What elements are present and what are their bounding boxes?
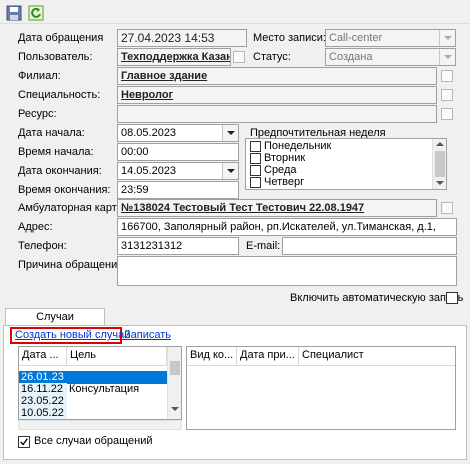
card-checkbox[interactable] <box>441 202 453 214</box>
user-checkbox[interactable] <box>233 51 245 63</box>
end-date-dropdown-button[interactable] <box>222 163 238 179</box>
right-header-specialist[interactable]: Специалист <box>299 347 455 365</box>
case-date-cell: 10.05.22 <box>19 407 67 419</box>
phone-input[interactable]: 3131231312 <box>117 237 239 255</box>
address-field[interactable]: 166700, Заполярный район, рп.Искателей, … <box>117 218 457 236</box>
phone-label: Телефон: <box>18 240 67 252</box>
end-time-input[interactable]: 23:59 <box>117 181 239 199</box>
reason-textarea[interactable] <box>117 256 457 286</box>
checkmark-icon <box>20 438 28 446</box>
date-field: 27.04.2023 14:53 <box>117 29 247 47</box>
email-label: E-mail: <box>246 240 281 252</box>
case-date-cell: 26.01.23 <box>21 371 64 383</box>
resource-checkbox[interactable] <box>441 108 453 120</box>
start-date-dropdown-button[interactable] <box>222 125 238 141</box>
user-field: Техподдержка Казань <box>117 48 231 66</box>
pref-week-scrollbar[interactable] <box>432 139 446 189</box>
chevron-down-icon <box>443 55 452 59</box>
scroll-thumb[interactable] <box>435 151 445 177</box>
branch-checkbox[interactable] <box>441 70 453 82</box>
scroll-up-icon[interactable] <box>436 142 444 146</box>
record-place-value: Call-center <box>329 32 383 44</box>
right-header-type[interactable]: Вид ко... <box>187 347 237 365</box>
cases-header-goal[interactable]: Цель <box>67 347 167 365</box>
start-time-input[interactable]: 00:00 <box>117 143 239 161</box>
status-select[interactable]: Создана <box>325 48 456 66</box>
right-table[interactable]: Вид ко... Дата при... Специалист <box>186 346 456 430</box>
all-cases-label: Все случаи обращений <box>34 435 153 447</box>
start-date-input[interactable]: 08.05.2023 <box>117 124 239 142</box>
start-date-label: Дата начала: <box>18 127 85 139</box>
end-time-label: Время окончания: <box>18 184 111 196</box>
cases-table[interactable]: Дата ... Цель 26.01.23 16.11.22 Консультац… <box>18 346 182 420</box>
weekday-checkbox[interactable] <box>250 140 261 152</box>
record-place-select[interactable]: Call-center <box>325 29 456 47</box>
scroll-thumb[interactable] <box>170 361 180 375</box>
floppy-disk-icon[interactable] <box>6 5 22 21</box>
email-input[interactable] <box>282 237 457 255</box>
end-date-label: Дата окончания: <box>18 165 102 177</box>
start-time-label: Время начала: <box>18 146 94 158</box>
start-date-value: 08.05.2023 <box>121 127 177 139</box>
status-value: Создана <box>329 51 373 63</box>
end-date-input[interactable]: 14.05.2023 <box>117 162 239 180</box>
branch-label: Филиал: <box>18 70 61 82</box>
chevron-down-icon <box>226 131 235 135</box>
record-link[interactable]: Записать <box>124 329 171 341</box>
specialty-checkbox[interactable] <box>441 89 453 101</box>
record-place-label: Место записи: <box>253 32 326 44</box>
status-label: Статус: <box>253 51 291 63</box>
case-date-cell: 16.11.22 <box>19 383 67 395</box>
address-label: Адрес: <box>18 221 53 233</box>
create-case-link[interactable]: Создать новый случай <box>15 329 130 341</box>
weekday-item[interactable]: Четверг <box>250 176 304 189</box>
weekday-checkbox[interactable] <box>250 152 261 164</box>
weekday-checkbox[interactable] <box>250 176 261 188</box>
end-date-value: 14.05.2023 <box>121 165 177 177</box>
specialty-label: Специальность: <box>18 89 101 101</box>
weekday-label: Понедельник <box>264 140 332 152</box>
case-goal-cell: Консультация <box>69 383 140 395</box>
auto-record-label: Включить автоматическую запись <box>290 292 464 304</box>
chevron-down-icon <box>226 169 235 173</box>
specialty-field: Невролог <box>117 86 437 104</box>
weekday-label: Четверг <box>264 176 305 188</box>
status-dropdown-button[interactable] <box>439 49 455 65</box>
cases-header-date[interactable]: Дата ... <box>19 347 67 365</box>
date-label: Дата обращения <box>18 32 104 44</box>
resource-label: Ресурс: <box>18 108 57 120</box>
scroll-down-icon[interactable] <box>436 181 444 185</box>
user-label: Пользователь: <box>18 51 93 63</box>
case-date-cell: 23.05.22 <box>19 395 67 407</box>
cases-scrollbar[interactable] <box>167 347 181 419</box>
weekday-label: Среда <box>264 164 297 176</box>
card-field: №138024 Тестовый Тест Тестович 22.08.194… <box>117 199 437 217</box>
branch-field: Главное здание <box>117 67 437 85</box>
tab-cases[interactable]: Случаи обращения <box>5 308 105 339</box>
chevron-down-icon <box>443 36 452 40</box>
card-label: Амбулаторная карта: <box>18 202 126 214</box>
all-cases-checkbox[interactable] <box>18 436 30 448</box>
table-row[interactable]: 10.05.22 <box>19 407 167 419</box>
toolbar <box>0 0 470 24</box>
resource-field <box>117 105 437 123</box>
weekday-checkbox[interactable] <box>250 164 261 176</box>
refresh-icon[interactable] <box>28 5 44 21</box>
right-header-date[interactable]: Дата при... <box>237 347 299 365</box>
pref-week-list[interactable]: Понедельник Вторник Среда Четверг <box>245 138 447 190</box>
reason-label: Причина обращения: <box>18 259 127 271</box>
auto-record-checkbox[interactable] <box>446 292 458 304</box>
weekday-label: Вторник <box>264 152 306 164</box>
record-place-dropdown-button[interactable] <box>439 30 455 46</box>
cases-hscrollbar[interactable] <box>18 420 182 430</box>
scroll-down-icon[interactable] <box>171 407 179 411</box>
